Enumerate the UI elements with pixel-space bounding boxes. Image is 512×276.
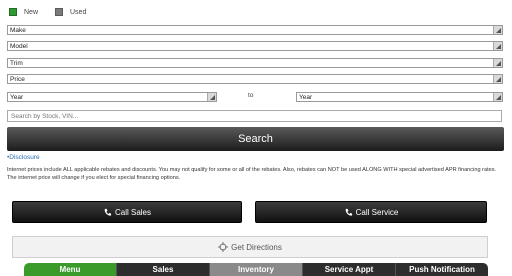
year-from-dropdown-arrow-icon [207,93,216,101]
trim-select[interactable]: Trim [7,58,503,68]
tab-menu[interactable]: Menu [24,263,117,276]
make-select-value: Make [10,27,26,34]
make-select[interactable]: Make [7,25,503,35]
year-to-select[interactable]: Year [296,92,503,102]
disclosure-text: Internet prices include ALL applicable r… [7,167,497,181]
tab-inventory[interactable]: Inventory [210,263,303,276]
trim-select-value: Trim [10,60,23,67]
model-select-value: Model [10,43,28,50]
search-input[interactable] [7,110,502,122]
new-checkbox-row[interactable]: New [9,6,38,18]
price-select-value: Price [10,76,25,83]
tab-service-appt[interactable]: Service Appt [303,263,396,276]
used-label: Used [70,8,87,16]
year-to-dropdown-arrow-icon [493,93,502,101]
disclosure-link[interactable]: •Disclosure [7,154,40,161]
new-checkbox[interactable] [9,8,17,16]
model-select[interactable]: Model [7,41,503,51]
tab-push-notification[interactable]: Push Notification [396,263,488,276]
make-dropdown-arrow-icon [493,26,502,34]
call-sales-button[interactable]: Call Sales [12,201,242,223]
get-directions-button[interactable]: Get Directions [12,236,488,258]
model-dropdown-arrow-icon [493,42,502,50]
year-range-separator: to [248,92,254,99]
call-sales-label: Call Sales [114,207,151,217]
new-label: New [24,8,39,16]
crosshair-icon [218,242,229,252]
year-from-value: Year [10,94,24,101]
phone-icon [104,208,112,216]
call-service-button[interactable]: Call Service [255,201,487,223]
year-from-select[interactable]: Year [7,92,217,102]
year-to-value: Year [299,94,313,101]
search-button[interactable]: Search [7,127,504,151]
bottom-tab-bar: Menu Sales Inventory Service Appt Push N… [24,263,488,276]
get-directions-label: Get Directions [231,242,282,252]
trim-dropdown-arrow-icon [493,59,502,67]
price-dropdown-arrow-icon [493,75,502,83]
used-checkbox[interactable] [55,8,63,16]
used-checkbox-row[interactable]: Used [55,6,86,18]
tab-sales[interactable]: Sales [117,263,210,276]
phone-icon [345,208,352,216]
price-select[interactable]: Price [7,74,503,84]
call-service-label: Call Service [355,207,399,217]
